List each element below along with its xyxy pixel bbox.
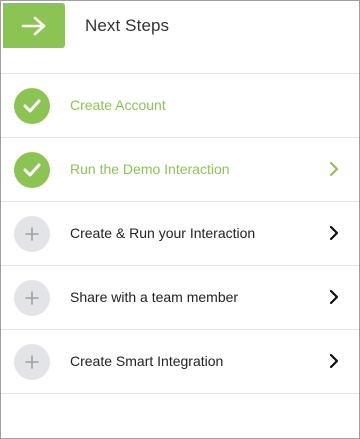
checkmark-icon	[14, 88, 50, 124]
panel-header: Next Steps	[1, 1, 359, 74]
plus-icon	[14, 280, 50, 316]
next-steps-panel: Next Steps Create Account Run the Demo I…	[0, 0, 360, 439]
plus-icon	[14, 216, 50, 252]
step-label: Share with a team member	[70, 289, 239, 305]
chevron-right-icon[interactable]	[329, 353, 339, 369]
step-share-team-member[interactable]: Share with a team member	[1, 266, 359, 330]
step-run-demo-interaction[interactable]: Run the Demo Interaction	[1, 138, 359, 202]
steps-list: Create Account Run the Demo Interaction …	[1, 74, 359, 394]
plus-icon	[14, 344, 50, 380]
chevron-right-icon[interactable]	[329, 161, 339, 177]
step-label: Create Smart Integration	[70, 353, 224, 369]
chevron-right-icon[interactable]	[329, 289, 339, 305]
step-label: Run the Demo Interaction	[70, 161, 230, 177]
checkmark-icon	[14, 152, 50, 188]
step-label: Create & Run your Interaction	[70, 225, 256, 241]
chevron-right-icon[interactable]	[329, 225, 339, 241]
step-label: Create Account	[70, 97, 166, 113]
step-create-run-interaction[interactable]: Create & Run your Interaction	[1, 202, 359, 266]
step-create-smart-integration[interactable]: Create Smart Integration	[1, 330, 359, 394]
arrow-right-icon[interactable]	[3, 3, 65, 48]
panel-title: Next Steps	[85, 16, 170, 35]
step-create-account: Create Account	[1, 74, 359, 138]
